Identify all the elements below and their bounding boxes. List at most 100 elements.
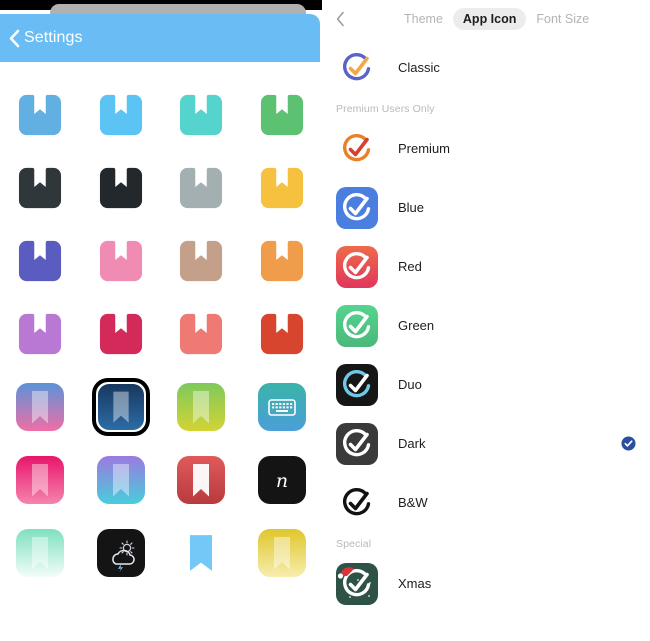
app-icon-row-xmas[interactable]: Xmas	[322, 554, 650, 613]
bookmark-purple[interactable]	[14, 308, 66, 360]
tab-theme[interactable]: Theme	[394, 8, 453, 30]
bookmark-indigo[interactable]	[14, 235, 66, 287]
icon-grid-cell[interactable]	[242, 370, 323, 443]
tab-list: Theme App Icon Font Size	[394, 8, 599, 30]
icon-grid-row	[0, 78, 322, 151]
bookmark-sky[interactable]	[95, 89, 147, 141]
tile-script-n[interactable]: n	[256, 454, 308, 506]
tab-font-size[interactable]: Font Size	[526, 8, 599, 30]
icon-grid-cell[interactable]	[0, 370, 81, 443]
bookmark-tan[interactable]	[175, 235, 227, 287]
icon-grid-cell[interactable]	[161, 151, 242, 224]
app-icon-label: B&W	[398, 495, 428, 510]
left-panel-icon-picker: Settings n	[0, 0, 322, 641]
bookmark-blue[interactable]	[14, 89, 66, 141]
icon-grid-cell[interactable]	[161, 78, 242, 151]
app-icon-green	[336, 304, 378, 347]
bookmark-pink[interactable]	[95, 235, 147, 287]
chevron-left-icon[interactable]	[9, 29, 20, 48]
icon-grid-cell[interactable]	[81, 516, 162, 589]
app-icon-dark	[336, 422, 378, 465]
app-icon-label: Blue	[398, 200, 425, 215]
bookmark-brick[interactable]	[256, 308, 308, 360]
tab-app-icon[interactable]: App Icon	[452, 8, 527, 30]
app-icon-row-premium[interactable]: Premium	[322, 119, 650, 178]
tile-weather[interactable]	[95, 527, 147, 579]
icon-grid-cell[interactable]	[242, 78, 323, 151]
bookmark-charcoal[interactable]	[14, 162, 66, 214]
icon-grid-cell[interactable]	[161, 370, 242, 443]
icon-grid-row	[0, 151, 322, 224]
icon-grid-cell[interactable]: n	[242, 443, 323, 516]
icon-grid-cell[interactable]	[81, 370, 162, 443]
tile-magenta-gradient[interactable]	[14, 454, 66, 506]
icon-grid-row: n	[0, 443, 322, 516]
bookmark-crimson[interactable]	[95, 308, 147, 360]
tile-keyboard[interactable]	[256, 381, 308, 433]
section-header: Premium Users Only	[336, 103, 435, 115]
settings-title: Settings	[24, 29, 83, 46]
icon-grid-cell[interactable]	[81, 151, 162, 224]
tile-purple-cyan[interactable]	[95, 454, 147, 506]
icon-grid-cell[interactable]	[242, 297, 323, 370]
icon-grid-cell[interactable]	[161, 297, 242, 370]
bookmark-salmon[interactable]	[175, 308, 227, 360]
icon-grid-cell[interactable]	[161, 443, 242, 516]
icon-grid-cell[interactable]	[0, 443, 81, 516]
app-icon-premium	[336, 127, 378, 170]
icon-grid-row	[0, 516, 322, 589]
icon-grid-cell[interactable]	[242, 516, 323, 589]
app-icon-row-b-w[interactable]: B&W	[322, 473, 650, 532]
tile-green-lime-gradient[interactable]	[175, 381, 227, 433]
icon-grid-cell[interactable]	[0, 151, 81, 224]
icon-grid-cell[interactable]	[0, 224, 81, 297]
icon-grid-cell[interactable]	[161, 516, 242, 589]
icon-grid-cell[interactable]	[242, 224, 323, 297]
tile-yellow-gradient[interactable]	[256, 527, 308, 579]
icon-grid-cell[interactable]	[242, 151, 323, 224]
app-icon-row-red[interactable]: Red	[322, 237, 650, 296]
app-icon-label: Premium	[398, 141, 451, 156]
tile-navy-selected[interactable]	[91, 377, 150, 436]
bookmark-lightblue[interactable]	[175, 527, 227, 579]
bookmark-orange[interactable]	[256, 235, 308, 287]
icon-grid-cell[interactable]	[0, 78, 81, 151]
bookmark-teal[interactable]	[175, 89, 227, 141]
bookmark-yellow[interactable]	[256, 162, 308, 214]
tile-blue-pink-gradient[interactable]	[14, 381, 66, 433]
app-icon-row-green[interactable]: Green	[322, 296, 650, 355]
icon-grid-cell[interactable]	[81, 78, 162, 151]
app-icon-label: Dark	[398, 436, 426, 451]
tile-red-white-bookmark[interactable]	[175, 454, 227, 506]
icon-grid-cell[interactable]	[0, 516, 81, 589]
app-icon-blue	[336, 186, 378, 229]
icon-grid-cell[interactable]	[81, 443, 162, 516]
chevron-left-icon[interactable]	[330, 9, 350, 29]
app-icon-row-dark[interactable]: Dark	[322, 414, 650, 473]
app-icon-row-blue[interactable]: Blue	[322, 178, 650, 237]
app-icon-row-classic[interactable]: Classic	[322, 38, 650, 97]
bookmark-black[interactable]	[95, 162, 147, 214]
app-icon-row-duo[interactable]: Duo	[322, 355, 650, 414]
tab-bar: Theme App Icon Font Size	[322, 0, 650, 38]
app-root: Settings n Theme App Icon Font Size Classi…	[0, 0, 650, 641]
svg-text:n: n	[276, 470, 288, 492]
bookmark-gray[interactable]	[175, 162, 227, 214]
icon-grid-cell[interactable]	[81, 297, 162, 370]
selected-check-icon	[621, 436, 636, 451]
icon-grid-cell[interactable]	[81, 224, 162, 297]
icon-grid-row	[0, 370, 322, 443]
icon-grid-cell[interactable]	[161, 224, 242, 297]
app-icon-label: Green	[398, 318, 435, 333]
icon-grid-row	[0, 297, 322, 370]
icon-grid-cell[interactable]	[0, 297, 81, 370]
icon-grid-row	[0, 224, 322, 297]
app-icon-label: Classic	[398, 60, 440, 75]
app-icon-label: Red	[398, 259, 422, 274]
app-icon-label: Duo	[398, 377, 422, 392]
tile-mint-gradient[interactable]	[14, 527, 66, 579]
app-icon-label: Xmas	[398, 576, 432, 591]
section-header: Special	[336, 538, 372, 550]
bookmark-green[interactable]	[256, 89, 308, 141]
app-icon-xmas	[336, 562, 378, 605]
